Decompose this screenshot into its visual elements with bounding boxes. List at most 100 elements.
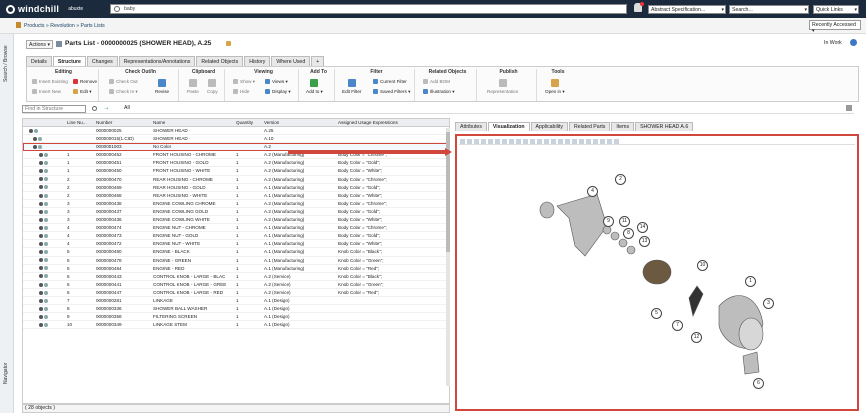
part-status-icon[interactable] [39,266,43,271]
edit-button[interactable]: Edit ▾ [73,89,92,95]
table-row[interactable]: 8 0000000336 SHOWER BALL WASHER 1 A.1 (Desig… [23,305,449,314]
viewer-tool-icon[interactable] [488,139,493,144]
part-status-icon[interactable] [39,209,43,214]
table-row[interactable]: 5 0000000484 ENGINE - RED 1 A.1 (Manufacturi… [23,265,449,273]
recently-accessed-select[interactable]: Recently Accessed ▾ [809,20,861,34]
table-row[interactable]: 9 0000000358 FILTERING SCREEN 1 A.1 (Design) [23,313,449,322]
viewer-tool-icon[interactable] [502,139,507,144]
quick-links-select[interactable]: Quick Links ▾ [813,5,859,14]
part-status-icon[interactable] [39,290,43,295]
hide-button[interactable]: Hide [233,89,249,95]
tab-representations[interactable]: Representations/Annotations [118,56,196,66]
viewer-tool-icon[interactable] [586,139,591,144]
part-status-icon[interactable] [39,177,43,182]
table-row[interactable]: 4 0000000473 ENGINE NUT - GOLD 1 A.1 (Manufa… [23,232,449,241]
tab-structure[interactable]: Structure [52,56,86,66]
part-status-icon[interactable] [39,201,43,206]
table-row[interactable]: 000000015(1.CID) SHOWER HEAD A.10 [23,135,449,144]
check-out-button[interactable]: Check Out [109,79,138,85]
revise-button[interactable]: Revise [155,79,169,94]
viewer-tool-icon[interactable] [565,139,570,144]
viewer-tool-icon[interactable] [551,139,556,144]
expand-arrow-icon[interactable]: ⇢ [104,106,108,112]
viewer-tool-icon[interactable] [614,139,619,144]
add-to-button[interactable]: Add to ▾ [306,79,323,95]
brand[interactable]: windchill abuxte [6,4,83,14]
viewer-tool-icon[interactable] [460,139,465,144]
tab-attributes[interactable]: Attributes [455,122,487,131]
viewer-tool-icon[interactable] [495,139,500,144]
col-line-number[interactable]: Line Nu... [65,119,94,126]
part-status-icon[interactable] [39,323,43,328]
part-status-icon[interactable] [39,169,43,174]
col-name[interactable]: Name [151,119,234,126]
search-type-select[interactable]: Search... ▾ [729,5,809,14]
paste-button[interactable]: Paste [187,79,199,94]
edit-pencil-icon[interactable] [226,41,231,46]
edit-filter-button[interactable]: Edit Filter [342,79,361,94]
part-status-icon[interactable] [39,250,43,255]
part-status-icon[interactable] [39,258,43,263]
viewer-tool-icon[interactable] [607,139,612,144]
table-row[interactable]: 0000000025 SHOWER HEAD A.25 [23,127,449,136]
actions-button[interactable]: Actions ▾ [26,40,54,49]
insert-existing-button[interactable]: Insert Existing [32,79,68,85]
viewer-tool-icon[interactable] [474,139,479,144]
table-row[interactable]: 2 0000000468 REAR HOUSING - WHITE 1 A.1 (Man… [23,192,449,200]
open-in-button[interactable]: Open in ▾ [545,79,565,95]
table-row[interactable]: 7 0000000281 LINKAGE 1 A.1 (Design) [23,297,449,306]
table-row[interactable]: 6 0000000443 CONTROL KNOB - LARGE - BLAC 1 A… [23,273,449,281]
viewer-tool-icon[interactable] [544,139,549,144]
breadcrumb[interactable]: Products » Revolution » Parts Lists [24,23,105,29]
part-status-icon[interactable] [39,314,43,319]
part-status-icon[interactable] [39,242,43,247]
vertical-scrollbar[interactable] [446,128,450,386]
viewer-tool-icon[interactable] [530,139,535,144]
viewer-tool-icon[interactable] [537,139,542,144]
table-row[interactable]: 1 0000000451 FRONT HOUSING - GOLD 1 A.2 (Man… [23,159,449,168]
tab-add[interactable]: + [311,56,325,66]
illustration-button[interactable]: Illustration ▾ [423,89,455,95]
col-usage-expressions[interactable]: Assigned Usage Expressions [336,119,446,126]
tab-shower-head[interactable]: SHOWER HEAD A.6 [635,122,694,131]
viewer-tool-icon[interactable] [481,139,486,144]
add-bom-button[interactable]: Add BOM [423,79,450,85]
display-button[interactable]: Display ▾ [265,89,291,95]
saved-filters-button[interactable]: Saved Filters ▾ [373,89,410,95]
find-in-structure-input[interactable]: Find in Structure [22,105,86,113]
tab-related-objects[interactable]: Related Objects [196,56,244,66]
viewer-tool-icon[interactable] [523,139,528,144]
user-name[interactable]: abuxte [68,6,83,12]
part-status-icon[interactable] [39,282,43,287]
current-filter-button[interactable]: Current Filter [373,79,407,85]
viewer-tool-icon[interactable] [509,139,514,144]
col-number[interactable]: Number [94,119,151,126]
search-icon[interactable] [92,106,97,111]
show-button[interactable]: Show ▾ [233,79,255,85]
notification-bell-icon[interactable] [634,2,644,12]
representation-button[interactable]: Representation [487,79,518,94]
table-row[interactable]: 1 0000000450 FRONT HOUSING - WHITE 1 A.2 (Ma… [23,167,449,176]
table-row[interactable]: 5 0000000480 ENGINE - BLACK 1 A.1 (Manufactu… [23,248,449,257]
find-scope-all[interactable]: All [124,105,130,111]
part-status-icon[interactable] [39,185,43,190]
tab-changes[interactable]: Changes [86,56,118,66]
table-row[interactable]: 2 0000000470 REAR HOUSING - CHROME 1 A.2 (Ma… [23,176,449,184]
col-version[interactable]: Version [262,119,336,126]
table-row[interactable]: 3 0000000438 ENGINE COWLING CHROME 1 A.2 (Ma… [23,200,449,208]
tab-visualization[interactable]: Visualization [487,122,530,131]
viewer-tool-icon[interactable] [516,139,521,144]
table-row[interactable]: 4 0000000472 ENGINE NUT - WHITE 1 A.1 (Manuf… [23,240,449,249]
viewer-tool-icon[interactable] [593,139,598,144]
col-quantity[interactable]: Quantity [234,119,262,126]
tab-items[interactable]: Items [611,122,635,131]
part-status-icon[interactable] [33,144,37,149]
viewer-tool-icon[interactable] [558,139,563,144]
help-icon[interactable] [850,39,857,46]
table-row[interactable]: 6 0000000447 CONTROL KNOB - LARGE - RED 1 A.… [23,289,449,297]
table-row[interactable]: 3 0000000436 ENGINE COWLING WHITE 1 A.2 (Man… [23,216,449,225]
context-select[interactable]: Abstract Specification... ▾ [648,5,726,14]
collapse-panel-icon[interactable] [846,105,852,111]
part-status-icon[interactable] [39,217,43,222]
check-in-button[interactable]: Check In ▾ [109,89,138,95]
